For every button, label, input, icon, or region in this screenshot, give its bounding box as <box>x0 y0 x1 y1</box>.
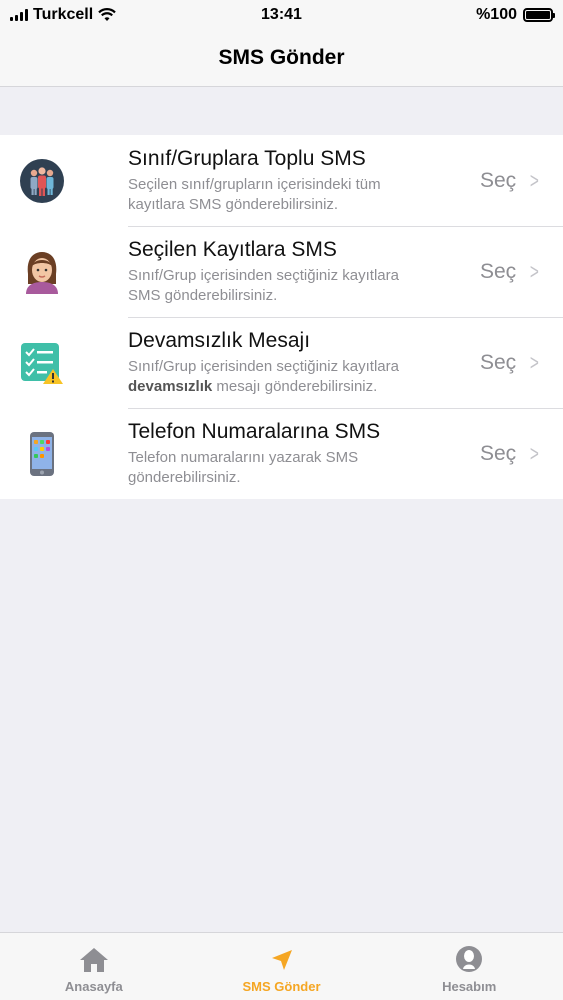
subtitle-line: Seçilen sınıf/grupların içerisindeki tüm <box>128 175 381 193</box>
item-title: Telefon Numaralarına SMS <box>128 419 381 443</box>
send-arrow-icon <box>271 950 292 970</box>
item-text: Seçilen Kayıtlara SMS Sınıf/Grup içerisi… <box>84 238 480 306</box>
phone-icon <box>0 408 84 499</box>
account-icon <box>456 946 483 972</box>
item-subtitle: Telefon numaralarını yazarak SMS göndere… <box>128 448 470 488</box>
carrier-name: Turkcell <box>33 6 94 23</box>
subtitle-line: Telefon numaralarını yazarak SMS <box>128 448 359 466</box>
battery-icon <box>523 8 555 22</box>
list-item-phone-numbers-sms[interactable]: Telefon Numaralarına SMS Telefon numaral… <box>0 408 563 499</box>
status-left: Turkcell <box>10 6 116 24</box>
wifi-icon <box>98 8 116 21</box>
subtitle-rest: mesajı gönderebilirsiniz. <box>212 377 378 395</box>
subtitle-bold: devamsızlık <box>128 377 213 395</box>
chevron-right-icon: > <box>530 440 540 466</box>
select-action[interactable]: Seç > <box>480 350 563 376</box>
status-right: %100 <box>476 6 555 24</box>
tab-account[interactable]: Hesabım <box>375 933 563 1000</box>
chevron-right-icon: > <box>530 258 540 284</box>
select-action[interactable]: Seç > <box>480 441 563 467</box>
sms-options-list: Sınıf/Gruplara Toplu SMS Seçilen sınıf/g… <box>0 135 563 499</box>
item-title: Seçilen Kayıtlara SMS <box>128 237 337 261</box>
list-item-absence-message[interactable]: Devamsızlık Mesajı Sınıf/Grup içerisinde… <box>0 317 563 408</box>
tab-label: Anasayfa <box>64 979 123 994</box>
navigation-bar: SMS Gönder <box>0 30 563 87</box>
subtitle-line: devamsızlık mesajı gönderebilirsiniz. <box>128 377 470 397</box>
signal-icon <box>10 9 28 21</box>
group-icon <box>0 135 84 226</box>
list-item-group-sms[interactable]: Sınıf/Gruplara Toplu SMS Seçilen sınıf/g… <box>0 135 563 226</box>
subtitle-line: SMS gönderebilirsiniz. <box>128 286 278 304</box>
chevron-right-icon: > <box>530 167 540 193</box>
item-subtitle: Seçilen sınıf/grupların içerisindeki tüm… <box>128 175 470 215</box>
tab-bar: Anasayfa SMS Gönder Hesabım <box>0 932 563 1000</box>
select-label: Seç <box>479 259 517 283</box>
item-text: Telefon Numaralarına SMS Telefon numaral… <box>84 420 480 488</box>
tab-label: SMS Gönder <box>242 979 321 994</box>
select-label: Seç <box>479 168 517 192</box>
subtitle-line: Sınıf/Grup içerisinden seçtiğiniz kayıtl… <box>128 266 399 284</box>
subtitle-line: kayıtlara SMS gönderebilirsiniz. <box>128 195 339 213</box>
subtitle-line: Sınıf/Grup içerisinden seçtiğiniz kayıtl… <box>128 357 399 375</box>
item-text: Devamsızlık Mesajı Sınıf/Grup içerisinde… <box>84 329 480 397</box>
tab-sms-send[interactable]: SMS Gönder <box>188 933 376 1000</box>
select-action[interactable]: Seç > <box>480 259 563 285</box>
select-action[interactable]: Seç > <box>480 168 563 194</box>
checklist-warning-icon <box>0 317 84 408</box>
item-title: Sınıf/Gruplara Toplu SMS <box>128 146 366 170</box>
list-item-selected-records-sms[interactable]: Seçilen Kayıtlara SMS Sınıf/Grup içerisi… <box>0 226 563 317</box>
woman-icon <box>0 226 84 317</box>
page-title: SMS Gönder <box>218 46 345 69</box>
item-subtitle: Sınıf/Grup içerisinden seçtiğiniz kayıtl… <box>128 357 470 397</box>
subtitle-line: gönderebilirsiniz. <box>128 468 241 486</box>
home-icon <box>79 948 108 972</box>
item-text: Sınıf/Gruplara Toplu SMS Seçilen sınıf/g… <box>84 147 480 215</box>
status-bar: Turkcell 13:41 %100 <box>0 0 563 30</box>
chevron-right-icon: > <box>530 349 540 375</box>
select-label: Seç <box>479 350 517 374</box>
item-subtitle: Sınıf/Grup içerisinden seçtiğiniz kayıtl… <box>128 266 470 306</box>
tab-home[interactable]: Anasayfa <box>0 933 188 1000</box>
select-label: Seç <box>479 441 517 465</box>
battery-percent: %100 <box>476 6 517 23</box>
tab-label: Hesabım <box>442 979 497 994</box>
item-title: Devamsızlık Mesajı <box>128 328 311 352</box>
